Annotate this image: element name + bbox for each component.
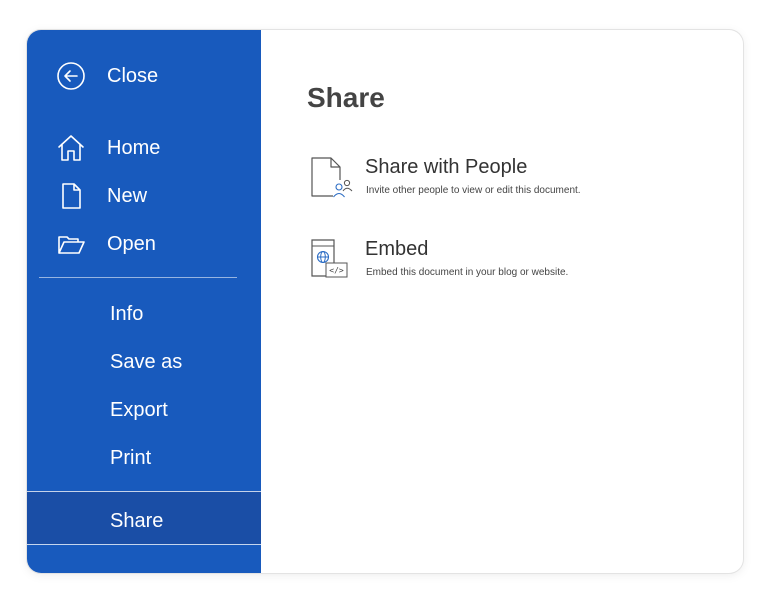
close-button[interactable]: Close [27, 56, 261, 96]
sidebar-item-label: Print [110, 446, 152, 469]
embed-option[interactable]: </> Embed Embed this document in your bl… [309, 238, 709, 294]
option-description: Embed this document in your blog or webs… [366, 267, 569, 278]
sidebar-item-label: Save as [110, 350, 183, 373]
active-bottom-border [27, 544, 261, 545]
sidebar-item-label: New [107, 184, 148, 207]
share-panel: Share Share with People Invite other peo… [261, 30, 743, 573]
share-people-icon [309, 156, 355, 208]
option-description: Invite other people to view or edit this… [366, 185, 581, 196]
backstage-window: Close Home New Open Info Save as Export … [27, 30, 743, 573]
sidebar-item-print[interactable]: Print [27, 438, 261, 478]
sidebar-item-label: Open [107, 232, 156, 255]
new-document-icon [55, 180, 87, 212]
sidebar-item-save-as[interactable]: Save as [27, 342, 261, 382]
embed-code-icon: </> [309, 238, 355, 290]
option-title: Embed [365, 238, 429, 260]
page-title: Share [307, 82, 385, 113]
sidebar-item-new[interactable]: New [27, 176, 261, 216]
sidebar-item-share[interactable]: Share [27, 501, 261, 541]
folder-open-icon [55, 228, 87, 260]
sidebar-item-label: Info [110, 302, 144, 325]
share-with-people-option[interactable]: Share with People Invite other people to… [309, 156, 709, 212]
close-label: Close [107, 64, 159, 87]
back-arrow-icon [55, 60, 87, 92]
sidebar-item-label: Export [110, 398, 168, 421]
backstage-sidebar: Close Home New Open Info Save as Export … [27, 30, 261, 573]
sidebar-divider [39, 277, 237, 278]
sidebar-item-home[interactable]: Home [27, 128, 261, 168]
sidebar-item-label: Share [110, 509, 164, 532]
home-icon [55, 132, 87, 164]
sidebar-item-info[interactable]: Info [27, 294, 261, 334]
sidebar-item-open[interactable]: Open [27, 224, 261, 264]
sidebar-item-export[interactable]: Export [27, 390, 261, 430]
sidebar-item-label: Home [107, 136, 161, 159]
active-top-border [27, 491, 261, 492]
svg-text:</>: </> [329, 266, 344, 275]
option-title: Share with People [365, 156, 528, 178]
